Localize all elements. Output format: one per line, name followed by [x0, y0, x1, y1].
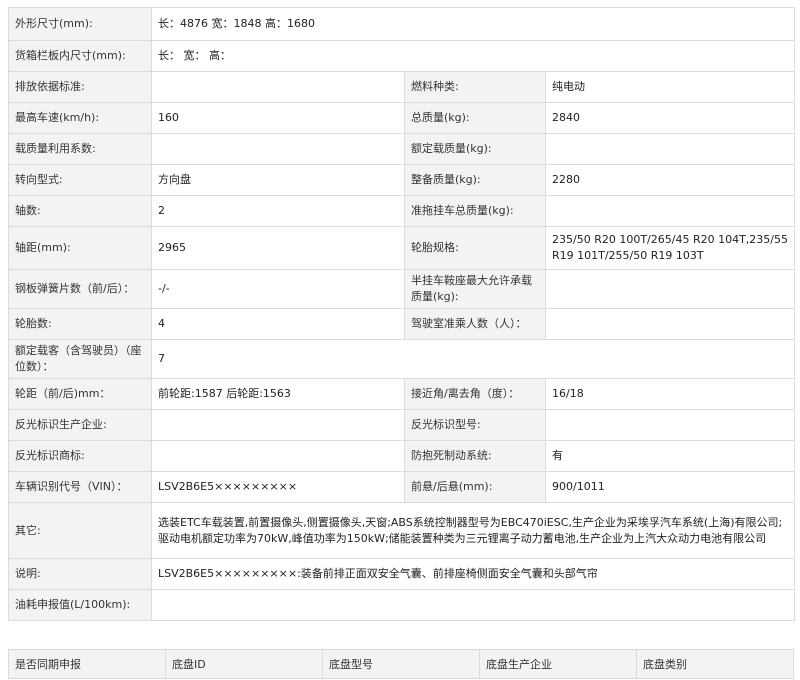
curb-mass-label: 整备质量(kg): — [404, 164, 546, 196]
fuel-type-label: 燃料种类: — [404, 71, 546, 103]
notes-value: LSV2B6E5×××××××××:装备前排正面双安全气囊、前排座椅侧面安全气囊… — [150, 558, 796, 590]
axles-value: 2 — [151, 195, 405, 227]
fuel-type-value: 纯电动 — [544, 71, 796, 103]
cargo-box-value: 长： 宽： 高： — [150, 40, 796, 72]
axles-label: 轴数: — [8, 195, 152, 227]
chassis-header-category: 底盘类别 — [636, 649, 794, 679]
reflector-maker-value — [151, 409, 405, 441]
wheelbase-label: 轴距(mm): — [8, 226, 152, 270]
saddle-load-value — [544, 269, 796, 309]
tire-count-value: 4 — [151, 308, 405, 340]
total-mass-value: 2840 — [544, 102, 796, 134]
approach-angle-value: 16/18 — [544, 378, 796, 410]
reflector-model-value — [544, 409, 796, 441]
load-factor-value — [151, 133, 405, 165]
row-vin: 车辆识别代号（VIN）： LSV2B6E5××××××××× 前悬/后悬(mm)… — [8, 471, 796, 503]
row-leaf-springs: 钢板弹簧片数（前/后）： -/- 半挂车鞍座最大允许承载质量(kg): — [8, 269, 796, 309]
other-value: 选装ETC车载装置,前置摄像头,侧置摄像头,天窗;ABS系统控制器型号为EBC4… — [150, 502, 796, 559]
dimensions-label: 外形尺寸(mm): — [8, 7, 152, 41]
row-tires: 轮胎数: 4 驾驶室准乘人数（人）： — [8, 308, 796, 340]
saddle-load-label: 半挂车鞍座最大允许承载质量(kg): — [404, 269, 546, 309]
row-cargo-box: 货箱栏板内尺寸(mm): 长： 宽： 高： — [8, 40, 796, 72]
total-mass-label: 总质量(kg): — [404, 102, 546, 134]
overhang-value: 900/1011 — [544, 471, 796, 503]
fuel-consumption-value — [150, 589, 796, 621]
overhang-label: 前悬/后悬(mm): — [404, 471, 546, 503]
trailer-mass-label: 准拖挂车总质量(kg): — [404, 195, 546, 227]
row-reflector: 反光标识生产企业: 反光标识型号: — [8, 409, 796, 441]
chassis-header-row: 是否同期申报 底盘ID 底盘型号 底盘生产企业 底盘类别 — [8, 649, 794, 679]
emission-standard-label: 排放依据标准: — [8, 71, 152, 103]
dimensions-value: 长：4876 宽：1848 高：1680 — [150, 7, 796, 41]
row-axles: 轴数: 2 准拖挂车总质量(kg): — [8, 195, 796, 227]
spec-table: 外形尺寸(mm): 长：4876 宽：1848 高：1680 货箱栏板内尺寸(m… — [8, 7, 796, 621]
emission-standard-value — [151, 71, 405, 103]
other-label: 其它: — [8, 502, 152, 559]
cab-occupants-value — [544, 308, 796, 340]
track-value: 前轮距:1587 后轮距:1563 — [151, 378, 405, 410]
reflector-maker-label: 反光标识生产企业: — [8, 409, 152, 441]
reflector-brand-label: 反光标识商标: — [8, 440, 152, 472]
cab-occupants-label: 驾驶室准乘人数（人）： — [404, 308, 546, 340]
abs-value: 有 — [544, 440, 796, 472]
row-reflector-brand: 反光标识商标: 防抱死制动系统: 有 — [8, 440, 796, 472]
row-other: 其它: 选装ETC车载装置,前置摄像头,侧置摄像头,天窗;ABS系统控制器型号为… — [8, 502, 796, 559]
reflector-brand-value — [151, 440, 405, 472]
max-speed-label: 最高车速(km/h): — [8, 102, 152, 134]
row-steering: 转向型式: 方向盘 整备质量(kg): 2280 — [8, 164, 796, 196]
row-fuel-consumption: 油耗申报值(L/100km): — [8, 589, 796, 621]
steering-label: 转向型式: — [8, 164, 152, 196]
tire-spec-value: 235/50 R20 100T/265/45 R20 104T,235/55 R… — [544, 226, 796, 270]
seats-value: 7 — [150, 339, 796, 379]
approach-angle-label: 接近角/离去角（度）： — [404, 378, 546, 410]
max-speed-value: 160 — [151, 102, 405, 134]
chassis-header-same-period: 是否同期申报 — [8, 649, 166, 679]
leaf-springs-value: -/- — [151, 269, 405, 309]
steering-value: 方向盘 — [151, 164, 405, 196]
fuel-consumption-label: 油耗申报值(L/100km): — [8, 589, 152, 621]
rated-load-label: 额定载质量(kg): — [404, 133, 546, 165]
chassis-header-maker: 底盘生产企业 — [479, 649, 637, 679]
load-factor-label: 载质量利用系数: — [8, 133, 152, 165]
wheelbase-value: 2965 — [151, 226, 405, 270]
abs-label: 防抱死制动系统: — [404, 440, 546, 472]
chassis-header-model: 底盘型号 — [322, 649, 480, 679]
row-dimensions: 外形尺寸(mm): 长：4876 宽：1848 高：1680 — [8, 7, 796, 41]
reflector-model-label: 反光标识型号: — [404, 409, 546, 441]
curb-mass-value: 2280 — [544, 164, 796, 196]
row-seats: 额定载客（含驾驶员）（座位数）： 7 — [8, 339, 796, 379]
leaf-springs-label: 钢板弹簧片数（前/后）： — [8, 269, 152, 309]
trailer-mass-value — [544, 195, 796, 227]
cargo-box-label: 货箱栏板内尺寸(mm): — [8, 40, 152, 72]
vin-label: 车辆识别代号（VIN）： — [8, 471, 152, 503]
rated-load-value — [544, 133, 796, 165]
row-notes: 说明: LSV2B6E5×××××××××:装备前排正面双安全气囊、前排座椅侧面… — [8, 558, 796, 590]
tire-count-label: 轮胎数: — [8, 308, 152, 340]
row-wheelbase: 轴距(mm): 2965 轮胎规格: 235/50 R20 100T/265/4… — [8, 226, 796, 270]
chassis-header-id: 底盘ID — [165, 649, 323, 679]
chassis-table: 是否同期申报 底盘ID 底盘型号 底盘生产企业 底盘类别 — [8, 649, 794, 679]
track-label: 轮距（前/后)mm： — [8, 378, 152, 410]
row-load-factor: 载质量利用系数: 额定载质量(kg): — [8, 133, 796, 165]
vehicle-spec-page: 外形尺寸(mm): 长：4876 宽：1848 高：1680 货箱栏板内尺寸(m… — [0, 0, 800, 680]
row-emission-fuel: 排放依据标准: 燃料种类: 纯电动 — [8, 71, 796, 103]
tire-spec-label: 轮胎规格: — [404, 226, 546, 270]
row-track: 轮距（前/后)mm： 前轮距:1587 后轮距:1563 接近角/离去角（度）：… — [8, 378, 796, 410]
vin-value: LSV2B6E5××××××××× — [151, 471, 405, 503]
row-speed-mass: 最高车速(km/h): 160 总质量(kg): 2840 — [8, 102, 796, 134]
notes-label: 说明: — [8, 558, 152, 590]
seats-label: 额定载客（含驾驶员）（座位数）： — [8, 339, 152, 379]
